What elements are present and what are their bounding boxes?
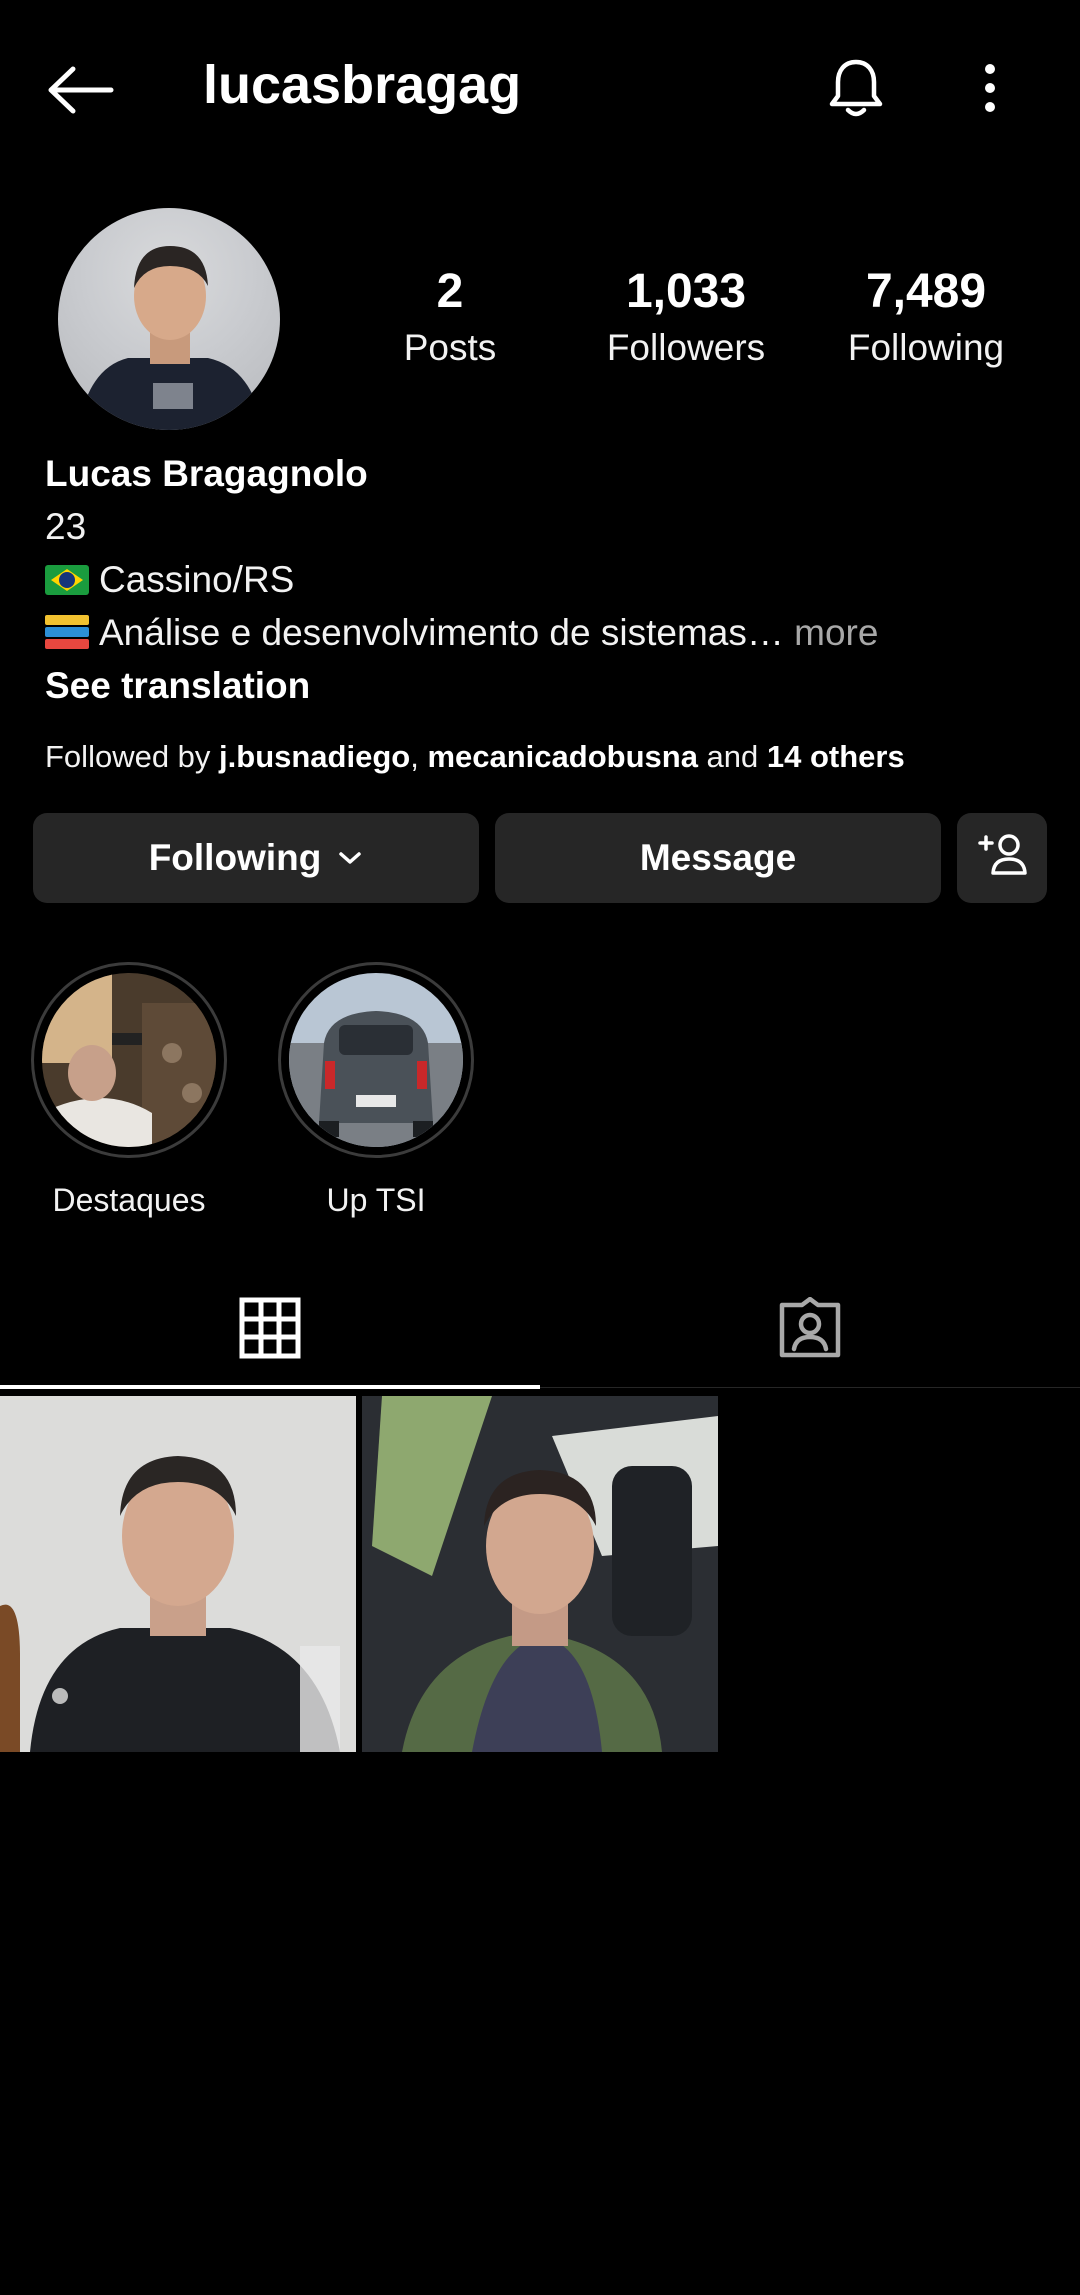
followers-count: 1,033 (625, 265, 747, 318)
followers-label: Followers (606, 327, 766, 368)
bio-study: Análise e desenvolvimento de sistemas… m… (45, 606, 1045, 659)
posts-label: Posts (403, 327, 497, 368)
follower-link-2[interactable]: mecanicadobusna (427, 739, 697, 774)
bio-location: Cassino/RS (45, 553, 1045, 606)
followers-stat[interactable]: 1,033 Followers (590, 262, 782, 374)
books-icon (45, 615, 89, 651)
following-button[interactable]: Following (33, 813, 479, 903)
bio-study-text: Análise e desenvolvimento de sistemas… (99, 612, 784, 653)
see-translation-link[interactable]: See translation (45, 659, 1045, 712)
brazil-flag-icon (45, 565, 89, 595)
following-stat[interactable]: 7,489 Following (830, 262, 1022, 374)
highlight-up-tsi[interactable]: Up TSI (276, 962, 476, 1222)
bio-more-link[interactable]: more (794, 612, 878, 653)
followed-by-separator: , (410, 739, 428, 774)
posts-count: 2 (436, 265, 464, 318)
tab-posts-grid[interactable] (0, 1270, 540, 1390)
highlight-thumbnail (289, 973, 463, 1147)
follower-link-1[interactable]: j.busnadiego (219, 739, 410, 774)
highlight-ring (278, 962, 474, 1158)
highlight-label: Up TSI (326, 1182, 426, 1218)
following-count: 7,489 (865, 265, 987, 318)
bio-age: 23 (45, 506, 87, 547)
post-thumbnail[interactable] (362, 1396, 718, 1752)
followers-others-link[interactable]: 14 others (767, 739, 905, 774)
message-button-label: Message (639, 837, 797, 878)
following-button-label: Following (148, 837, 322, 878)
tab-divider (540, 1387, 1080, 1388)
following-label: Following (847, 327, 1005, 368)
bell-icon[interactable] (818, 48, 894, 128)
highlight-destaques[interactable]: Destaques (29, 962, 229, 1222)
profile-username: lucasbragag (203, 55, 522, 115)
followed-by-and: and (697, 739, 767, 774)
tab-tagged[interactable] (540, 1270, 1080, 1390)
display-name: Lucas Bragagnolo (45, 453, 368, 494)
top-bar (0, 0, 1080, 170)
suggest-people-button[interactable] (957, 813, 1047, 903)
posts-stat[interactable]: 2 Posts (390, 262, 510, 374)
message-button[interactable]: Message (495, 813, 941, 903)
back-arrow-icon[interactable] (40, 50, 120, 130)
highlight-thumbnail (42, 973, 216, 1147)
tagged-icon (778, 1296, 842, 1364)
highlight-ring (31, 962, 227, 1158)
grid-icon (239, 1297, 301, 1364)
post-thumbnail[interactable] (0, 1396, 356, 1752)
add-person-icon (976, 831, 1028, 886)
highlight-label: Destaques (52, 1182, 206, 1218)
profile-avatar[interactable] (58, 208, 280, 430)
followed-by-prefix: Followed by (45, 739, 220, 774)
followed-by-text[interactable]: Followed by j.busnadiego, mecanicadobusn… (45, 734, 905, 780)
bio-location-text: Cassino/RS (99, 559, 295, 600)
more-vertical-icon[interactable] (960, 48, 1020, 128)
profile-bio: Lucas Bragagnolo 23 Cassino/RS Análise e… (45, 448, 1045, 712)
chevron-down-icon (337, 849, 363, 867)
active-tab-indicator (0, 1385, 540, 1389)
